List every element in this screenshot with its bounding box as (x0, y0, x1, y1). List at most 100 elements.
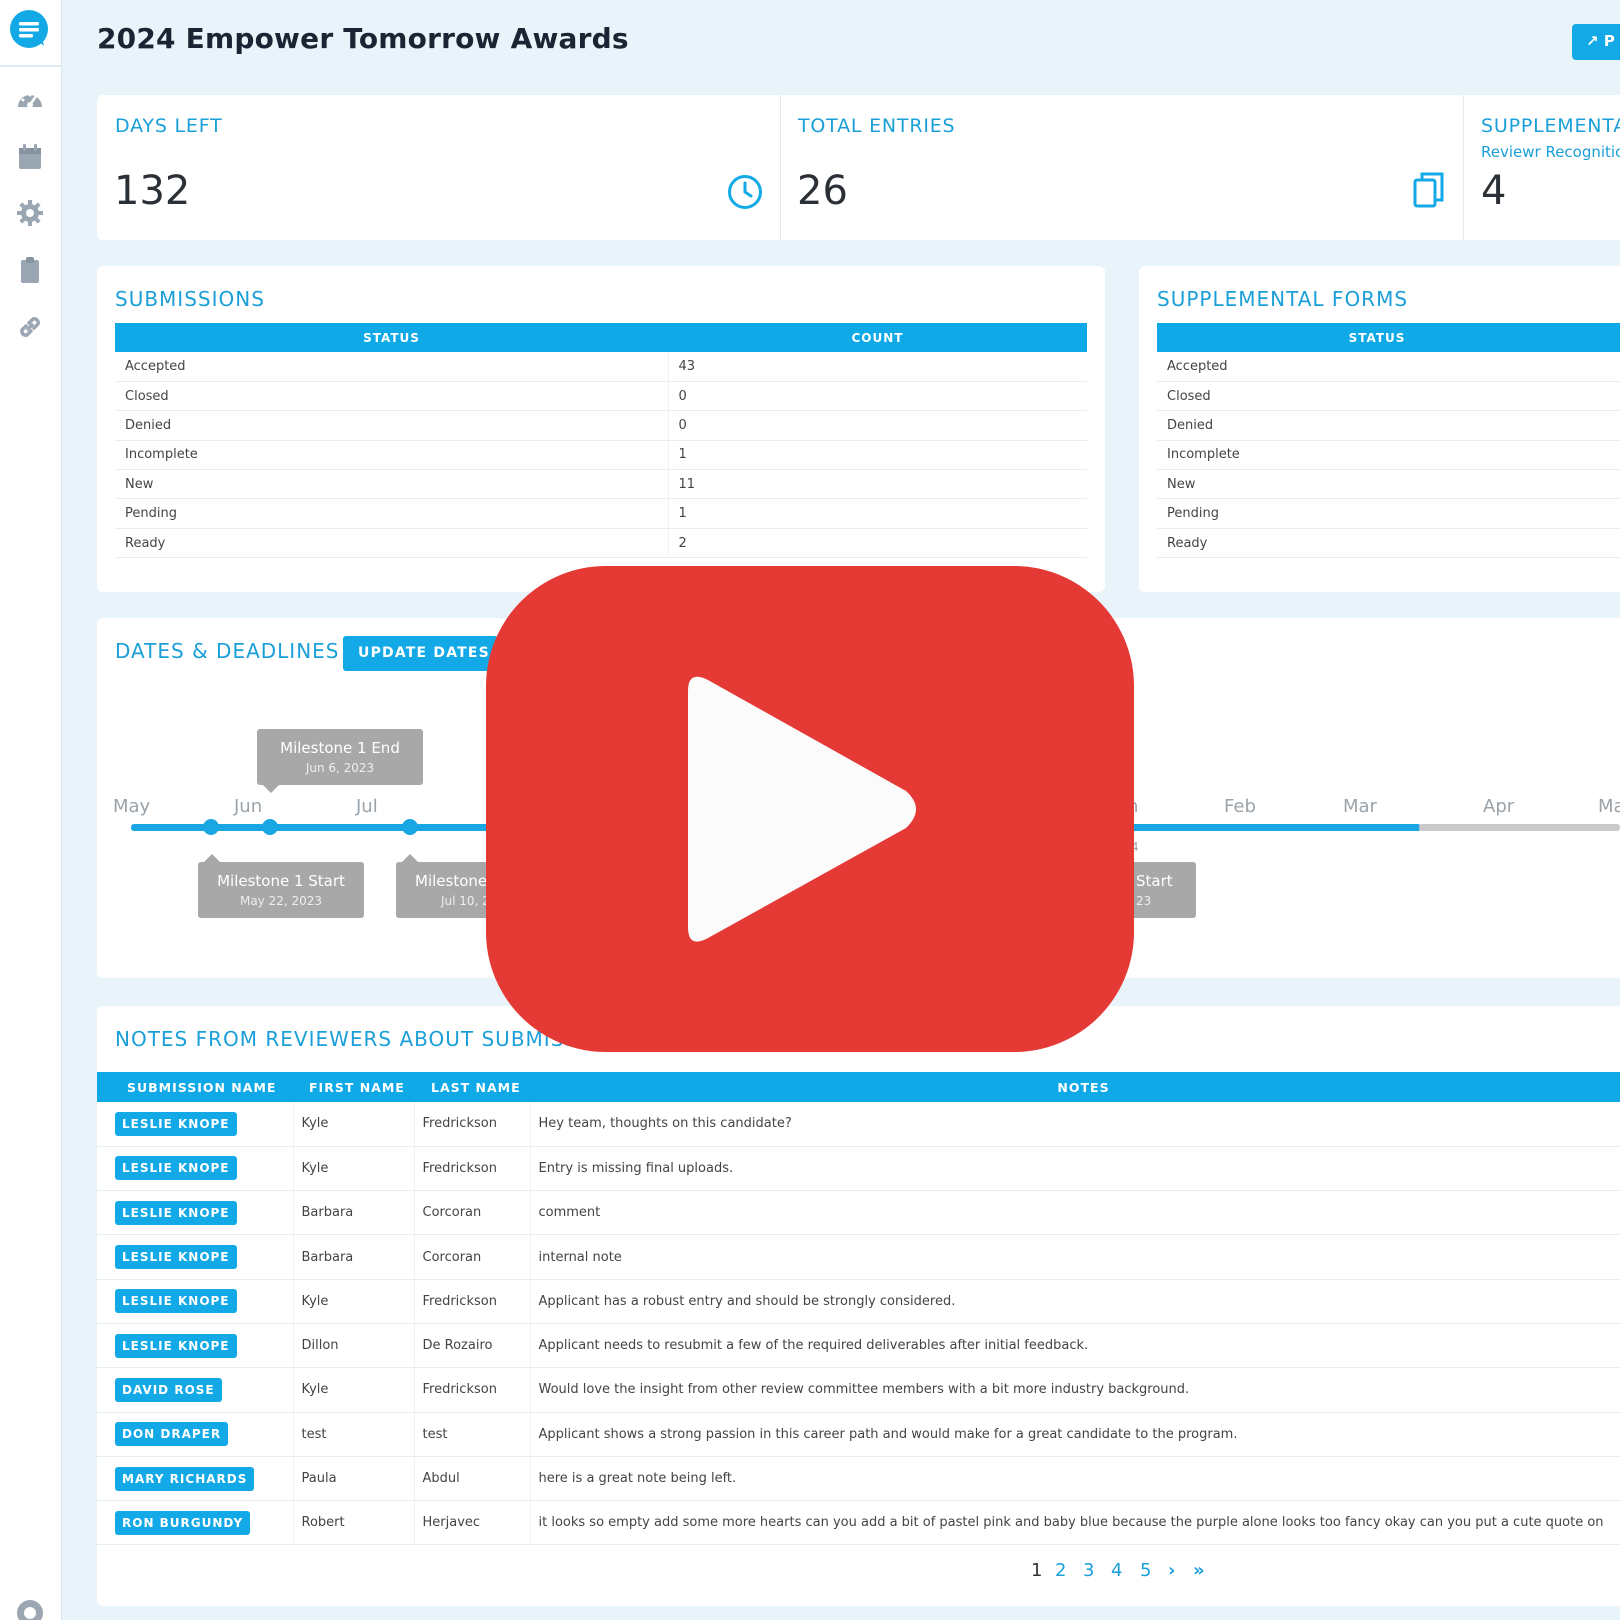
status-cell: Ready (1157, 528, 1620, 559)
timeline-marker[interactable] (402, 819, 418, 835)
timeline-marker[interactable] (203, 819, 219, 835)
table-row: Closed (1157, 381, 1620, 412)
timeline-month: Apr (1483, 796, 1515, 817)
column-header-count[interactable]: COUNT (668, 323, 1087, 352)
milestone-date: 23 (1136, 894, 1152, 908)
column-header-status[interactable]: STATUS (1157, 323, 1620, 352)
milestone-tooltip[interactable]: Milestone 1 End Jun 6, 2023 (257, 729, 423, 785)
submission-name-tag[interactable]: MARY RICHARDS (115, 1466, 255, 1491)
count-cell: 11 (667, 469, 1087, 500)
first-name-cell: Paula (292, 1456, 414, 1502)
table-row: RON BURGUNDY Robert Herjavec it looks so em… (97, 1500, 1620, 1546)
last-page-button[interactable]: » (1193, 1560, 1205, 1581)
sidebar-divider (0, 65, 62, 67)
column-header-status[interactable]: STATUS (115, 323, 668, 352)
submission-name-tag[interactable]: LESLIE KNOPE (115, 1245, 237, 1270)
status-cell: Closed (115, 381, 668, 412)
page-link[interactable]: 4 (1111, 1560, 1122, 1581)
link-icon[interactable] (15, 312, 45, 342)
table-row: Ready (1157, 528, 1620, 559)
update-dates-button[interactable]: UPDATE DATES (343, 636, 498, 671)
column-header-first-name[interactable]: FIRST NAME (293, 1072, 414, 1102)
status-cell: Pending (1157, 498, 1620, 529)
clock-icon (727, 174, 763, 214)
status-cell: New (115, 469, 668, 500)
last-name-cell: Fredrickson (413, 1102, 530, 1147)
submission-name-tag[interactable]: LESLIE KNOPE (115, 1289, 237, 1314)
page-link[interactable]: 5 (1140, 1560, 1151, 1581)
timeline-remaining (1419, 824, 1620, 831)
table-row: Incomplete (1157, 440, 1620, 471)
page-link[interactable]: 2 (1055, 1560, 1066, 1581)
status-cell: Denied (1157, 410, 1620, 441)
first-name-cell: Kyle (292, 1102, 414, 1147)
submissions-table: STATUS COUNT Accepted 43 Closed 0 Denied 0 Inc… (115, 323, 1087, 559)
gear-icon[interactable] (15, 198, 45, 228)
last-name-cell: test (413, 1412, 530, 1457)
note-cell: here is a great note being left. (529, 1456, 1620, 1502)
table-row: Closed 0 (115, 381, 1087, 412)
submission-name-tag[interactable]: LESLIE KNOPE (115, 1200, 237, 1225)
table-row: LESLIE KNOPE Barbara Corcoran comment (97, 1190, 1620, 1236)
supplemental-subtitle[interactable]: Reviewr Recognitio (1481, 143, 1620, 161)
dates-title: DATES & DEADLINES (115, 639, 340, 663)
submission-name-tag[interactable]: LESLIE KNOPE (115, 1111, 237, 1136)
notes-table: SUBMISSION NAME FIRST NAME LAST NAME NOT… (97, 1072, 1620, 1546)
status-cell: Closed (1157, 381, 1620, 412)
table-row: LESLIE KNOPE Kyle Fredrickson Entry is miss… (97, 1146, 1620, 1192)
days-left-value: 132 (114, 168, 191, 214)
timeline-marker[interactable] (262, 819, 278, 835)
column-header-last-name[interactable]: LAST NAME (414, 1072, 530, 1102)
column-header-notes[interactable]: NOTES (530, 1072, 1620, 1102)
note-cell: Applicant has a robust entry and should … (529, 1279, 1620, 1324)
status-cell: Accepted (115, 352, 668, 382)
page-link[interactable]: 3 (1083, 1560, 1094, 1581)
timeline-month: Ma (1598, 796, 1620, 817)
last-name-cell: Corcoran (413, 1234, 530, 1280)
submission-name-tag[interactable]: DON DRAPER (115, 1422, 229, 1447)
submission-name-tag[interactable]: LESLIE KNOPE (115, 1156, 237, 1181)
column-header-submission-name[interactable]: SUBMISSION NAME (97, 1072, 293, 1102)
note-cell: internal note (529, 1234, 1620, 1280)
status-cell: Incomplete (1157, 440, 1620, 471)
calendar-icon[interactable] (15, 142, 45, 172)
preview-button[interactable]: ↗ P (1572, 24, 1620, 60)
table-row: DON DRAPER test test Applicant shows a stro… (97, 1412, 1620, 1457)
count-cell: 0 (667, 381, 1087, 412)
last-name-cell: De Rozairo (413, 1323, 530, 1369)
help-icon[interactable] (15, 1598, 45, 1620)
timeline-month: May (113, 796, 151, 817)
first-name-cell: Barbara (292, 1234, 414, 1280)
count-cell: 1 (667, 440, 1087, 471)
submission-name-tag[interactable]: DAVID ROSE (115, 1377, 222, 1402)
first-name-cell: Dillon (292, 1323, 414, 1369)
last-name-cell: Fredrickson (413, 1279, 530, 1324)
page-title: 2024 Empower Tomorrow Awards (97, 22, 629, 55)
stat-divider (1463, 95, 1464, 240)
logo-chat-icon[interactable] (9, 10, 49, 50)
first-name-cell: Kyle (292, 1279, 414, 1324)
milestone-date: May 22, 2023 (239, 894, 323, 908)
next-page-button[interactable]: › (1168, 1560, 1175, 1581)
note-cell: Would love the insight from other review… (529, 1367, 1620, 1413)
timeline-month: Jul (356, 796, 378, 817)
clipboard-icon[interactable] (15, 255, 45, 285)
tooltip-pointer (204, 854, 220, 862)
table-row: Pending 1 (115, 498, 1087, 529)
note-cell: Applicant shows a strong passion in this… (529, 1412, 1620, 1457)
page-link-current[interactable]: 1 (1031, 1560, 1042, 1581)
total-entries-value: 26 (797, 168, 848, 214)
status-cell: Incomplete (115, 440, 668, 471)
submission-name-tag[interactable]: LESLIE KNOPE (115, 1333, 237, 1358)
milestone-title: Start (1136, 872, 1173, 890)
submission-name-tag[interactable]: RON BURGUNDY (115, 1510, 251, 1535)
status-cell: New (1157, 469, 1620, 500)
dashboard-gauge-icon[interactable] (15, 85, 45, 115)
sidebar (0, 0, 62, 1620)
youtube-play-icon[interactable] (486, 566, 1134, 1052)
milestone-tooltip[interactable]: Milestone 1 Start May 22, 2023 (198, 862, 364, 918)
note-cell: Hey team, thoughts on this candidate? (529, 1102, 1620, 1147)
table-row: DAVID ROSE Kyle Fredrickson Would love the … (97, 1367, 1620, 1413)
table-row: Ready 2 (115, 528, 1087, 559)
milestone-title: Milestone 1 Start (217, 872, 345, 890)
